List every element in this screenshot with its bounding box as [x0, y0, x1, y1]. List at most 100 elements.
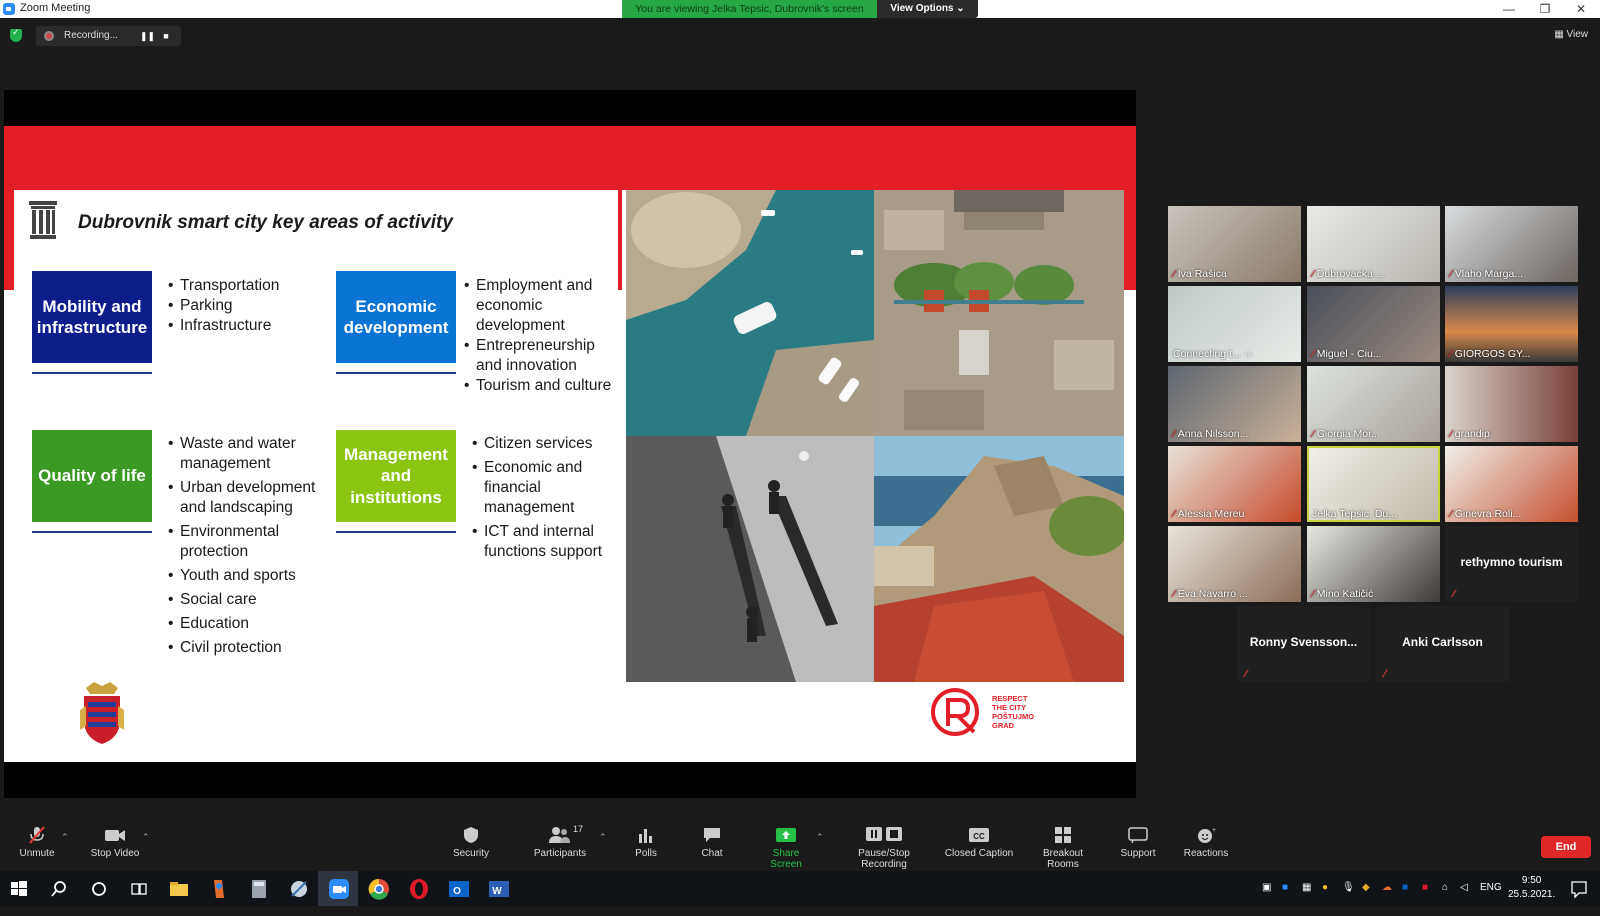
list-item: Economic and financial management [472, 458, 612, 518]
participants-button[interactable]: 17 Participants [530, 824, 590, 859]
grid-icon: ▦ [1554, 29, 1567, 40]
view-layout-button[interactable]: ▦ View [1554, 29, 1588, 40]
active-speaker-tile[interactable]: Jelka Tepsic, Du... [1307, 446, 1440, 522]
participant-name: Vlaho Marga... [1454, 268, 1524, 280]
pause-stop-recording-label: Pause/Stop Recording [858, 848, 910, 870]
chrome-icon[interactable] [366, 876, 392, 902]
area-underline [32, 372, 152, 374]
tray-zoom-icon[interactable]: ■ [1282, 882, 1288, 893]
paint-app-icon[interactable] [206, 876, 232, 902]
stop-video-button[interactable]: Stop Video [86, 826, 144, 859]
restore-button[interactable]: ❐ [1527, 0, 1563, 18]
minimize-button[interactable]: — [1491, 0, 1527, 18]
cortana-icon[interactable] [86, 876, 112, 902]
street-shadows-photo [626, 436, 874, 682]
windows-start-icon[interactable] [6, 876, 32, 902]
share-screen-button[interactable]: Share Screen [756, 826, 816, 870]
area-underline [336, 531, 456, 533]
muted-mic-icon: ⁄ [1450, 268, 1452, 280]
participant-name: Anki Carlsson [1402, 635, 1483, 649]
pause-stop-recording-button[interactable]: Pause/Stop Recording [834, 826, 934, 870]
screen-share-banner: You are viewing Jelka Tepsic, Dubrovnik'… [622, 0, 877, 18]
task-view-icon[interactable] [126, 876, 152, 902]
chat-button[interactable]: Chat [697, 826, 727, 859]
participant-tile[interactable]: ⁄ Miguel - Ciu... [1307, 286, 1440, 362]
breakout-rooms-icon [1055, 827, 1071, 843]
participant-tile[interactable]: ⁄ Anna Nilsson... [1168, 366, 1301, 442]
stop-video-label: Stop Video [90, 848, 140, 859]
stop-recording-button[interactable]: ■ [160, 30, 172, 42]
participants-caret-icon[interactable]: ⌃ [599, 832, 607, 843]
participant-name-label: Jelka Tepsic, Du... [1312, 508, 1397, 520]
participant-name: Eva Navarro ... [1177, 588, 1248, 600]
participant-tile[interactable]: Connecting t... ·:· [1168, 286, 1301, 362]
participant-tile[interactable]: ⁄ grandip [1445, 366, 1578, 442]
snipping-tool-icon[interactable] [286, 876, 312, 902]
security-button[interactable]: Security [450, 826, 492, 859]
tray-cloud-icon[interactable]: ☁ [1382, 882, 1392, 893]
encryption-shield-icon[interactable] [10, 27, 22, 42]
outlook-icon[interactable]: O [446, 876, 472, 902]
polls-button[interactable]: Polls [630, 826, 662, 859]
shared-screen: Dubrovnik smart city key areas of activi… [4, 90, 1136, 798]
tray-chrome-icon[interactable]: ● [1322, 882, 1328, 893]
video-options-caret-icon[interactable]: ⌃ [142, 832, 150, 843]
area-economic-box: Economic development [336, 271, 456, 363]
tray-app-icon[interactable]: ◆ [1362, 882, 1370, 893]
muted-mic-icon: ⁄ [1450, 428, 1452, 440]
breakout-rooms-button[interactable]: Breakout Rooms [1026, 826, 1100, 870]
slide-mid-band [618, 190, 622, 290]
participant-tile[interactable]: ⁄ GIORGOS GY... [1445, 286, 1578, 362]
participant-tile[interactable]: ⁄ Eva Navarro ... [1168, 526, 1301, 602]
audio-options-caret-icon[interactable]: ⌃ [61, 832, 69, 843]
participant-tile[interactable]: ⁄ Vlaho Marga... [1445, 206, 1578, 282]
participant-tile[interactable]: ⁄ Giorgia Mor... [1307, 366, 1440, 442]
share-options-caret-icon[interactable]: ⌃ [816, 832, 824, 843]
participant-tile[interactable]: ⁄ Mino Katičić [1307, 526, 1440, 602]
closed-caption-button[interactable]: CC Closed Caption [944, 826, 1014, 859]
unmute-button[interactable]: Unmute [12, 826, 62, 859]
tray-outlook-icon[interactable]: ■ [1402, 882, 1408, 893]
tray-wifi-icon[interactable]: ⌂ [1442, 882, 1448, 893]
search-icon[interactable] [46, 876, 72, 902]
participant-tile[interactable]: ⁄ Dubrovacka ... [1307, 206, 1440, 282]
close-button[interactable]: ✕ [1563, 0, 1599, 18]
participant-name: Giorgia Mor... [1316, 428, 1380, 440]
participant-tile[interactable]: ⁄ Alessia Mereu [1168, 446, 1301, 522]
file-explorer-icon[interactable] [166, 876, 192, 902]
security-shield-icon [464, 827, 478, 843]
list-item: Education [168, 614, 328, 634]
taskbar-clock[interactable]: 9:50 25.5.2021. [1508, 874, 1555, 902]
closed-caption-label: Closed Caption [944, 848, 1014, 859]
opera-icon[interactable] [406, 876, 432, 902]
participant-tile[interactable]: Ronny Svensson... ⁄ [1237, 606, 1370, 682]
notifications-icon[interactable] [1566, 876, 1592, 902]
svg-text:+: + [1212, 827, 1216, 834]
participant-tile[interactable]: ⁄ Ginevra Roli... [1445, 446, 1578, 522]
calculator-icon[interactable] [246, 876, 272, 902]
list-item: Infrastructure [168, 316, 318, 336]
muted-mic-icon: ⁄ [1450, 508, 1452, 520]
word-icon[interactable]: W [486, 876, 512, 902]
support-button[interactable]: Support [1118, 826, 1158, 859]
tray-language[interactable]: ENG [1480, 882, 1502, 893]
participant-tile[interactable]: ⁄ Iva Rašica [1168, 206, 1301, 282]
participant-tile[interactable]: Anki Carlsson ⁄ [1376, 606, 1509, 682]
tray-volume-icon[interactable]: ◁ [1460, 882, 1468, 893]
tray-mic-icon[interactable]: 🎙 [1342, 882, 1355, 893]
area-mobility-list: Transportation Parking Infrastructure [168, 276, 318, 336]
share-screen-label: Share Screen [770, 848, 802, 870]
tray-network-icon[interactable]: ▦ [1302, 882, 1311, 893]
participant-tile[interactable]: rethymno tourism ⁄ [1445, 526, 1578, 602]
participant-name-label: ⁄ Mino Katičić [1312, 588, 1373, 600]
tray-b-icon[interactable]: ■ [1422, 882, 1428, 893]
pause-recording-button[interactable]: ❚❚ [140, 30, 155, 42]
reactions-button[interactable]: + Reactions [1183, 826, 1229, 859]
area-underline [336, 372, 456, 374]
participant-name: Ginevra Roli... [1454, 508, 1522, 520]
zoom-taskbar-icon[interactable] [326, 876, 352, 902]
slide-title: Dubrovnik smart city key areas of activi… [78, 212, 453, 233]
end-meeting-button[interactable]: End [1541, 836, 1591, 858]
view-options-button[interactable]: View Options ⌄ [877, 0, 978, 18]
tray-device-icon[interactable]: ▣ [1262, 882, 1271, 893]
